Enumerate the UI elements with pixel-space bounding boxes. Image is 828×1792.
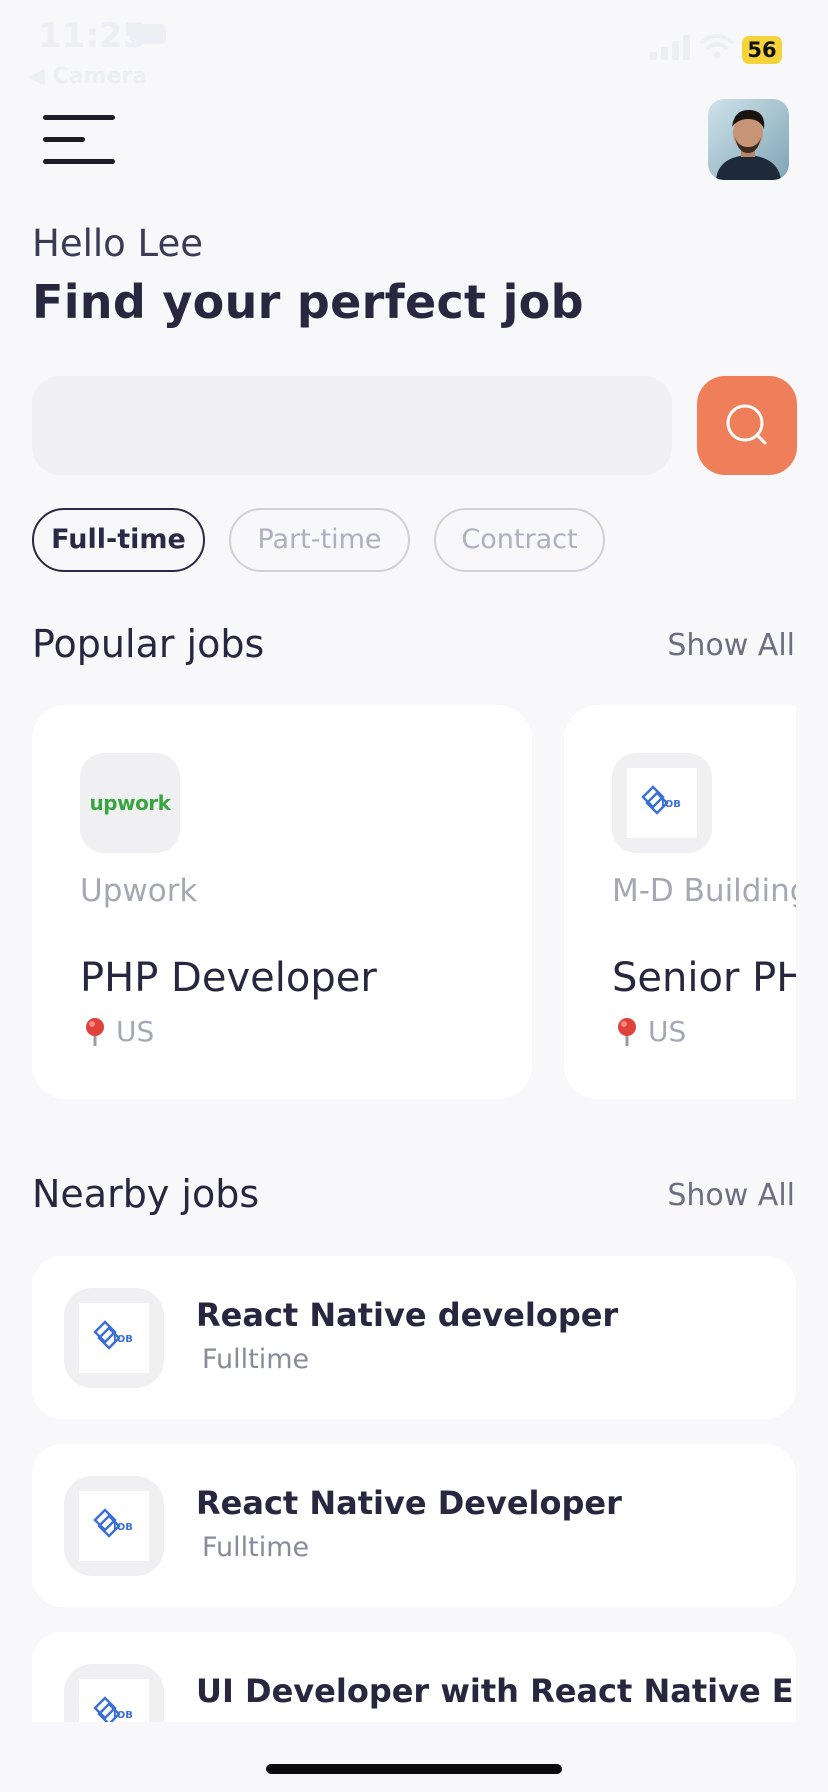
upwork-logo: upwork bbox=[80, 753, 180, 853]
job-logo-icon: JOB bbox=[641, 785, 681, 815]
search-input[interactable] bbox=[32, 376, 672, 475]
nearby-show-all-link[interactable]: Show All bbox=[667, 1178, 795, 1213]
popular-job-card[interactable]: upwork Upwork PHP Developer US bbox=[32, 705, 532, 1099]
avatar-image bbox=[708, 99, 789, 180]
job-location: US bbox=[84, 1015, 154, 1048]
popular-jobs-carousel[interactable]: upwork Upwork PHP Developer US JOB M-D B… bbox=[32, 705, 796, 1099]
popular-jobs-title: Popular jobs bbox=[32, 622, 265, 666]
signal-icon bbox=[650, 34, 692, 60]
job-logo: JOB bbox=[612, 753, 712, 853]
filter-chip-contract[interactable]: Contract bbox=[434, 508, 605, 572]
menu-button[interactable] bbox=[40, 112, 120, 168]
nearby-jobs-title: Nearby jobs bbox=[32, 1172, 260, 1216]
job-type: Fulltime bbox=[202, 1532, 310, 1563]
nearby-job-item[interactable]: JOB React Native developer Fulltime bbox=[32, 1256, 796, 1419]
avatar[interactable] bbox=[708, 99, 789, 180]
menu-line bbox=[43, 159, 115, 164]
app-screen: 11:25 ◀ Camera 56 Hello Lee Find your pe… bbox=[0, 0, 828, 1792]
nearby-job-item[interactable]: JOB React Native Developer Fulltime bbox=[32, 1444, 796, 1607]
company-name: M-D Building bbox=[612, 873, 796, 909]
company-name: Upwork bbox=[80, 873, 198, 909]
greeting-text: Hello Lee bbox=[32, 222, 204, 265]
job-type: Fulltime bbox=[202, 1344, 310, 1375]
popular-job-card[interactable]: JOB M-D Building Senior PHP US bbox=[564, 705, 796, 1099]
job-logo-icon: JOB bbox=[93, 1508, 133, 1538]
location-pin-icon bbox=[618, 1017, 636, 1046]
search-button[interactable] bbox=[697, 376, 797, 475]
menu-line bbox=[43, 115, 115, 120]
job-title: React Native Developer bbox=[196, 1484, 622, 1522]
svg-text:JOB: JOB bbox=[112, 1710, 133, 1721]
search-icon bbox=[726, 404, 767, 445]
job-logo-text: JOB bbox=[660, 799, 681, 810]
job-location: US bbox=[616, 1015, 686, 1048]
job-title: React Native developer bbox=[196, 1296, 619, 1334]
job-title: Senior PHP bbox=[612, 955, 796, 1001]
filter-chip-full-time[interactable]: Full-time bbox=[32, 508, 205, 572]
page-title: Find your perfect job bbox=[32, 275, 584, 329]
filter-chip-part-time[interactable]: Part-time bbox=[229, 508, 410, 572]
job-logo: JOB bbox=[64, 1476, 164, 1576]
back-to-camera-link[interactable]: ◀ Camera bbox=[28, 64, 147, 89]
wifi-icon bbox=[700, 34, 734, 59]
status-bar: 11:25 ◀ Camera 56 bbox=[0, 0, 828, 96]
location-text: US bbox=[116, 1015, 155, 1048]
job-logo-icon: JOB bbox=[93, 1320, 133, 1350]
job-title: UI Developer with React Native E... bbox=[196, 1672, 796, 1710]
home-indicator[interactable] bbox=[266, 1764, 562, 1774]
menu-line bbox=[43, 137, 85, 142]
location-text: US bbox=[648, 1015, 687, 1048]
job-logo: JOB bbox=[64, 1288, 164, 1388]
popular-show-all-link[interactable]: Show All bbox=[667, 628, 795, 663]
job-title: PHP Developer bbox=[80, 955, 377, 1001]
svg-text:JOB: JOB bbox=[112, 1522, 133, 1533]
bottom-safe-area bbox=[0, 1722, 828, 1792]
location-pin-icon bbox=[86, 1017, 104, 1046]
car-icon bbox=[130, 24, 166, 44]
svg-text:JOB: JOB bbox=[112, 1334, 133, 1345]
upwork-logo-text: upwork bbox=[89, 791, 171, 815]
battery-indicator: 56 bbox=[742, 36, 782, 64]
